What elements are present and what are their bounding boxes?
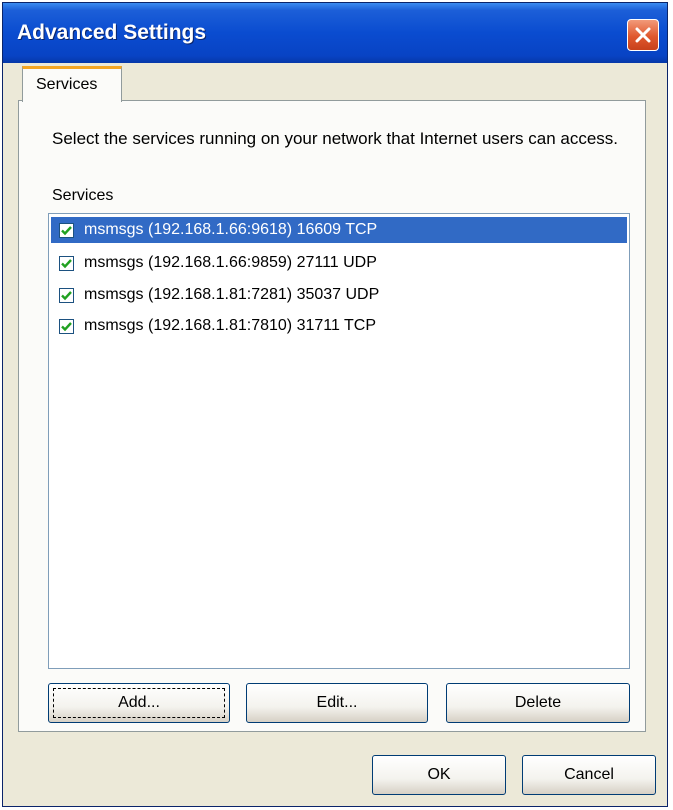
add-button[interactable]: Add... <box>48 683 230 723</box>
close-icon <box>635 27 651 43</box>
service-checkbox[interactable] <box>59 287 74 303</box>
checkmark-icon <box>61 321 72 331</box>
delete-button[interactable]: Delete <box>446 683 630 723</box>
cancel-button-label: Cancel <box>564 766 614 783</box>
service-row[interactable]: msmsgs (192.168.1.81:7810) 31711 TCP <box>51 313 627 339</box>
tab-services[interactable]: Services <box>22 66 122 102</box>
ok-button[interactable]: OK <box>372 755 506 795</box>
service-label: msmsgs (192.168.1.66:9618) 16609 TCP <box>84 221 378 238</box>
ok-button-label: OK <box>427 766 451 783</box>
service-label: msmsgs (192.168.1.81:7810) 31711 TCP <box>84 317 377 334</box>
checkmark-icon <box>61 290 72 300</box>
delete-button-label: Delete <box>514 694 562 711</box>
title-bar[interactable]: Advanced Settings <box>3 3 667 63</box>
cancel-button[interactable]: Cancel <box>522 755 656 795</box>
service-checkbox[interactable] <box>59 255 74 271</box>
window-title: Advanced Settings <box>17 21 207 44</box>
service-row[interactable]: msmsgs (192.168.1.81:7281) 35037 UDP <box>51 282 627 308</box>
services-listbox[interactable]: msmsgs (192.168.1.66:9618) 16609 TCP msm… <box>48 213 630 669</box>
tab-services-label: Services <box>36 76 98 93</box>
edit-button-label: Edit... <box>316 694 358 711</box>
service-row[interactable]: msmsgs (192.168.1.66:9618) 16609 TCP <box>51 217 627 243</box>
checkmark-icon <box>61 258 72 268</box>
service-checkbox[interactable] <box>59 222 74 238</box>
service-label: msmsgs (192.168.1.66:9859) 27111 UDP <box>84 254 377 271</box>
services-list-label: Services <box>52 187 114 204</box>
service-label: msmsgs (192.168.1.81:7281) 35037 UDP <box>84 286 380 303</box>
edit-button[interactable]: Edit... <box>246 683 428 723</box>
focus-indicator <box>53 688 225 718</box>
checkmark-icon <box>61 225 72 235</box>
service-checkbox[interactable] <box>59 318 74 334</box>
description-text: Select the services running on your netw… <box>52 129 619 148</box>
service-row[interactable]: msmsgs (192.168.1.66:9859) 27111 UDP <box>51 250 627 276</box>
close-button[interactable] <box>627 19 659 51</box>
